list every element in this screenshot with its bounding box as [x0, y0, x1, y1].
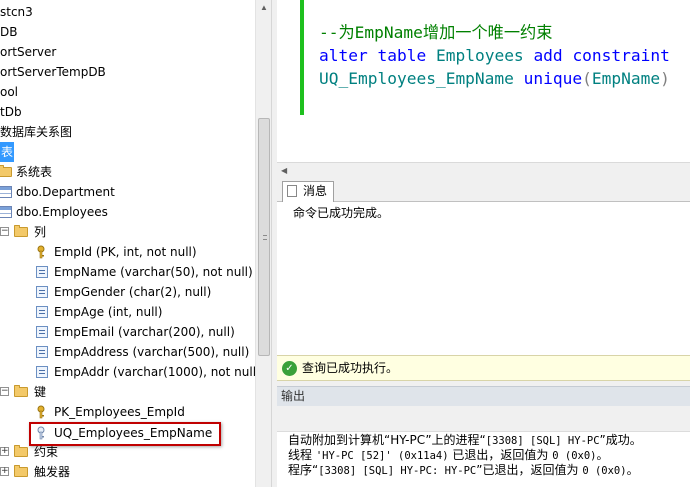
- tree-item-table-employees[interactable]: dbo.Employees: [0, 202, 250, 222]
- sql-keyword: add: [533, 46, 563, 65]
- output-toolbar: [277, 406, 690, 432]
- query-editor[interactable]: --为EmpName增加一个唯一约束 alter table Employees…: [277, 0, 690, 162]
- tree-item-tables[interactable]: 表: [0, 142, 15, 162]
- tree-item-database[interactable]: ortServerTempDB: [0, 62, 106, 82]
- tree-item-diagrams[interactable]: 数据库关系图: [0, 122, 72, 142]
- tree-item-database[interactable]: ortServer: [0, 42, 56, 62]
- sql-paren: ): [660, 69, 670, 88]
- output-text: 'HY-PC [52]' (0x11a4): [315, 450, 449, 462]
- folder-icon: [14, 385, 28, 397]
- sql-identifier: UQ_Employees_EmpName: [319, 69, 514, 88]
- output-text: 自动附加到计算机“HY-PC”上的进程“: [288, 433, 486, 447]
- scroll-left-icon[interactable]: ◀: [281, 163, 287, 178]
- sql-paren: (: [582, 69, 592, 88]
- tree-item-key-pk[interactable]: PK_Employees_EmpId: [0, 402, 250, 422]
- tab-label: 消息: [303, 184, 328, 198]
- code-line-comment: --为EmpName增加一个唯一约束: [319, 23, 553, 42]
- column-icon: [36, 326, 48, 338]
- output-text: 0 (0x0): [582, 465, 627, 477]
- key-icon: [37, 245, 45, 259]
- tree-item-database[interactable]: ool: [0, 82, 18, 102]
- tree-item-column-empaddress[interactable]: EmpAddress (varchar(500), null): [0, 342, 250, 362]
- status-text: 查询已成功执行。: [302, 361, 399, 375]
- folder-icon: [14, 465, 28, 477]
- expand-icon[interactable]: +: [0, 447, 9, 456]
- query-status-bar: ✓ 查询已成功执行。: [277, 355, 690, 381]
- key-icon: [37, 405, 45, 419]
- column-icon: [36, 266, 48, 278]
- collapse-icon[interactable]: −: [0, 387, 9, 396]
- output-line: 程序“[3308] [SQL] HY-PC: HY-PC”已退出，返回值为 0 …: [288, 462, 639, 479]
- column-icon: [36, 306, 48, 318]
- tree-item-columns-folder[interactable]: − 列: [0, 222, 250, 242]
- output-text: 0 (0x0): [552, 450, 597, 462]
- collapse-icon[interactable]: −: [0, 227, 9, 236]
- sql-keyword: unique: [523, 69, 583, 88]
- sql-identifier: Employees: [435, 46, 524, 65]
- sql-keyword: table: [377, 46, 427, 65]
- tree-item-column-empid[interactable]: EmpId (PK, int, not null): [0, 242, 250, 262]
- code-line-unique: UQ_Employees_EmpName unique(EmpName): [319, 68, 670, 90]
- highlight-annotation-box: [29, 422, 221, 446]
- output-text: 线程: [288, 448, 316, 462]
- scroll-up-icon[interactable]: ▲: [256, 0, 272, 16]
- folder-icon: [14, 225, 28, 237]
- output-text: 。: [626, 463, 639, 477]
- messages-pane[interactable]: 命令已成功完成。: [277, 202, 690, 355]
- output-text: 程序“: [288, 463, 319, 477]
- tree-item-column-empname[interactable]: EmpName (varchar(50), not null): [0, 262, 253, 282]
- tree-item-system-tables[interactable]: 系统表: [0, 162, 250, 182]
- output-panel-title: 输出: [277, 386, 690, 406]
- column-icon: [36, 286, 48, 298]
- output-text: 已退出，返回值为: [448, 448, 553, 462]
- output-text: [3308] [SQL] HY-PC: [485, 435, 600, 447]
- tree-item-column-empage[interactable]: EmpAge (int, null): [0, 302, 250, 322]
- tree-item-server[interactable]: stcn3: [0, 2, 33, 22]
- document-icon: [287, 185, 297, 197]
- column-icon: [36, 346, 48, 358]
- tree-item-column-empaddr[interactable]: EmpAddr (varchar(1000), not null): [0, 362, 255, 382]
- tree-item-keys-folder[interactable]: − 键: [0, 382, 250, 402]
- sql-identifier: EmpName: [591, 69, 661, 88]
- table-icon: [0, 206, 12, 218]
- checkmark-icon: ✓: [282, 361, 297, 376]
- output-text: ”已退出，返回值为: [476, 463, 583, 477]
- tree-item-column-empemail[interactable]: EmpEmail (varchar(200), null): [0, 322, 250, 342]
- change-tracking-bar: [300, 0, 304, 115]
- scrollbar-thumb[interactable]: [258, 118, 270, 356]
- tree-item-database[interactable]: tDb: [0, 102, 22, 122]
- sql-keyword: constraint: [572, 46, 670, 65]
- output-text: [3308] [SQL] HY-PC: HY-PC: [318, 465, 477, 477]
- tree-item-table-department[interactable]: dbo.Department: [0, 182, 250, 202]
- sql-keyword: alter: [319, 46, 368, 65]
- output-text: ”成功。: [599, 433, 642, 447]
- tree-item-triggers-folder[interactable]: + 触发器: [0, 462, 250, 482]
- table-icon: [0, 186, 12, 198]
- output-text: 。: [596, 448, 609, 462]
- explorer-vertical-scrollbar[interactable]: ▲: [255, 0, 272, 487]
- editor-horizontal-scrollbar[interactable]: ◀: [277, 162, 690, 178]
- grip-icon: [263, 235, 267, 240]
- tab-messages[interactable]: 消息: [282, 181, 335, 202]
- results-tabstrip: 消息: [277, 178, 690, 202]
- folder-icon: [14, 445, 28, 457]
- code-line-alter: alter table Employees add constraint: [319, 45, 670, 67]
- message-text: 命令已成功完成。: [293, 206, 390, 220]
- column-icon: [36, 366, 48, 378]
- tree-item-database[interactable]: DB: [0, 22, 17, 42]
- folder-icon: [0, 165, 12, 177]
- editor-gutter: [277, 0, 299, 162]
- output-pane[interactable]: 自动附加到计算机“HY-PC”上的进程“[3308] [SQL] HY-PC”成…: [277, 432, 690, 487]
- expand-icon[interactable]: +: [0, 467, 9, 476]
- tree-item-column-empgender[interactable]: EmpGender (char(2), null): [0, 282, 250, 302]
- object-explorer: stcn3 DB ortServer ortServerTempDB ool t…: [0, 0, 255, 487]
